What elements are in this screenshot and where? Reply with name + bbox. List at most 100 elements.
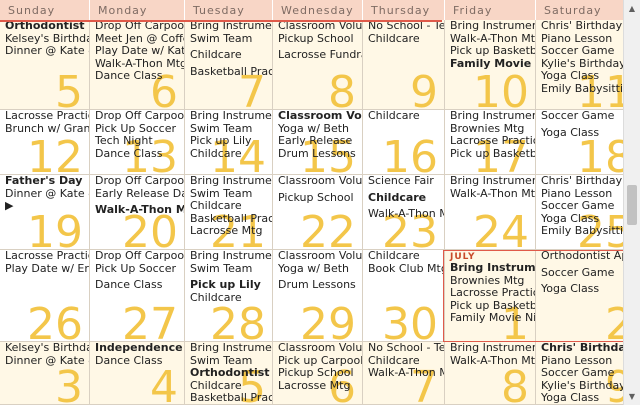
event-item[interactable]: Drop Off Carpool: [90, 250, 184, 263]
event-item[interactable]: Lacrosse Mtg: [185, 225, 272, 238]
event-item[interactable]: Dinner @ Kate & Bill's: [0, 188, 89, 201]
event-item[interactable]: Drum Lessons: [273, 148, 362, 161]
event-item[interactable]: Childcare: [185, 380, 272, 393]
day-cell[interactable]: 6Classroom VolunteerPick up CarpoolPicku…: [273, 342, 363, 405]
event-item[interactable]: Pickup School: [273, 192, 362, 205]
event-item[interactable]: Basketball Practice: [185, 392, 272, 404]
day-cell[interactable]: 19 Father's DayDinner @ Kate & Bill's▶: [0, 175, 90, 250]
day-cell[interactable]: 14Bring InstrumentsSwim TeamPick up Lily…: [185, 110, 273, 175]
event-item[interactable]: Pick up Lily: [185, 135, 272, 148]
event-item[interactable]: Walk-A-Thon Mtg: [445, 188, 535, 201]
event-item[interactable]: Father's Day: [0, 175, 89, 188]
event-item[interactable]: Brownies Mtg: [445, 275, 535, 288]
event-item[interactable]: Childcare: [185, 200, 272, 213]
event-item[interactable]: Bring Instruments: [445, 342, 535, 355]
event-item[interactable]: Early Release Day: [90, 188, 184, 201]
event-item[interactable]: Walk-A-Thon Mtg: [445, 355, 535, 368]
event-item[interactable]: Pick Up Soccer: [90, 263, 184, 276]
event-item[interactable]: Meet Jen @ Coffee: [90, 33, 184, 46]
event-item[interactable]: Bring Instruments: [445, 262, 535, 275]
event-item[interactable]: Independence Day: [90, 342, 184, 355]
day-cell[interactable]: 23Science FairChildcareWalk-A-Thon Mtg: [363, 175, 445, 250]
event-item[interactable]: Drop Off Carpool: [90, 175, 184, 188]
event-item[interactable]: Dance Class: [90, 70, 184, 83]
day-cell[interactable]: 4 Independence DayDance Class: [90, 342, 185, 405]
event-item[interactable]: Brownies Mtg: [445, 123, 535, 136]
event-item[interactable]: Walk-A-Thon Mtg: [363, 367, 444, 380]
event-item[interactable]: Childcare: [363, 250, 444, 263]
event-item[interactable]: Classroom Volunteer: [273, 250, 362, 263]
event-item[interactable]: Pick up Basketball: [445, 148, 535, 161]
event-item[interactable]: Tech Night: [90, 135, 184, 148]
event-item[interactable]: Pick up Lily: [185, 279, 272, 292]
scroll-thumb[interactable]: [627, 185, 637, 225]
event-item[interactable]: Kelsey's Birthday: [0, 33, 89, 46]
event-item[interactable]: Dinner @ Kate & Bill's: [0, 45, 89, 58]
event-item[interactable]: Lacrosse Practice: [0, 110, 89, 123]
day-cell[interactable]: 27 Drop Off Carpool Pick Up Soccer Dance Cl…: [90, 250, 185, 342]
event-item[interactable]: Science Fair: [363, 175, 444, 188]
event-item[interactable]: Bring Instruments: [185, 250, 272, 263]
event-item[interactable]: Lacrosse Practice: [0, 250, 89, 263]
event-item[interactable]: Swim Team: [185, 263, 272, 276]
event-item[interactable]: Pickup School: [273, 33, 362, 46]
day-cell[interactable]: 29 Classroom VolunteerYoga w/ Beth Drum Le…: [273, 250, 363, 342]
day-cell[interactable]: 7Bring InstrumentsSwim TeamChildcareBask…: [185, 20, 273, 110]
event-item[interactable]: Lacrosse Practice: [445, 135, 535, 148]
event-item[interactable]: Childcare: [185, 292, 272, 305]
event-item[interactable]: Lacrosse Mtg: [273, 380, 362, 393]
event-item[interactable]: Family Movie Night: [445, 312, 535, 325]
event-item[interactable]: Swim Team: [185, 188, 272, 201]
event-item[interactable]: Swim Team: [185, 355, 272, 368]
event-item[interactable]: Dance Class: [90, 355, 184, 368]
event-item[interactable]: Childcare: [363, 192, 444, 205]
event-item[interactable]: Play Date w/ Eric: [0, 263, 89, 276]
day-cell[interactable]: 7No School - TeacherChildcareWalk-A-Thon…: [363, 342, 445, 405]
event-item[interactable]: Kelsey's Birthday: [0, 342, 89, 355]
day-cell[interactable]: 15Classroom VolunteerYoga w/ BethEarly R…: [273, 110, 363, 175]
day-cell[interactable]: 8Classroom VolunteerPickup SchoolLacross…: [273, 20, 363, 110]
event-item[interactable]: Drum Lessons: [273, 279, 362, 292]
day-cell[interactable]: 13 Drop Off Carpool Pick Up Soccer Tech Nig…: [90, 110, 185, 175]
event-item[interactable]: Pickup School: [273, 367, 362, 380]
event-item[interactable]: Bring Instruments: [185, 342, 272, 355]
event-item[interactable]: Pick Up Soccer: [90, 123, 184, 136]
event-item[interactable]: Yoga w/ Beth: [273, 123, 362, 136]
event-item[interactable]: Dance Class: [90, 279, 184, 292]
event-item[interactable]: Drop Off Carpool: [90, 110, 184, 123]
scroll-down-icon[interactable]: ▼: [624, 388, 640, 405]
day-cell[interactable]: 8 Bring InstrumentsWalk-A-Thon Mtg: [445, 342, 536, 405]
day-cell[interactable]: 28 Bring InstrumentsSwim Team Pick up Lily…: [185, 250, 273, 342]
event-item[interactable]: Brunch w/ Grandma: [0, 123, 89, 136]
day-cell[interactable]: 6Drop Off CarpoolMeet Jen @ CoffeePlay D…: [90, 20, 185, 110]
event-item[interactable]: Classroom Volunteer: [273, 110, 362, 123]
day-cell[interactable]: 9No School - TeacherChildcare: [363, 20, 445, 110]
day-cell[interactable]: 16 Childcare: [363, 110, 445, 175]
event-item[interactable]: Lacrosse Practice: [445, 287, 535, 300]
day-cell[interactable]: 12 Lacrosse PracticeBrunch w/ Grandma: [0, 110, 90, 175]
event-item[interactable]: No School - Teacher: [363, 342, 444, 355]
event-item[interactable]: Basketball Practice: [185, 213, 272, 226]
event-item[interactable]: Childcare: [363, 110, 444, 123]
event-item[interactable]: Early Release: [273, 135, 362, 148]
event-item[interactable]: Swim Team: [185, 33, 272, 46]
scroll-up-icon[interactable]: ▲: [624, 0, 640, 17]
event-item[interactable]: Walk-A-Thon Mtg: [90, 58, 184, 71]
event-item[interactable]: Childcare: [185, 148, 272, 161]
day-cell[interactable]: 17Bring InstrumentsBrownies MtgLacrosse …: [445, 110, 536, 175]
event-item[interactable]: Childcare: [363, 355, 444, 368]
event-item[interactable]: Bring Instruments: [445, 20, 535, 33]
event-item[interactable]: Pick up Carpool: [273, 355, 362, 368]
event-item[interactable]: Book Club Mtg: [363, 263, 444, 276]
event-item[interactable]: Dinner @ Kate & Bill's: [0, 355, 89, 368]
event-item[interactable]: Play Date w/ Katie: [90, 45, 184, 58]
day-cell[interactable]: 5Bring InstrumentsSwim TeamOrthodontistC…: [185, 342, 273, 405]
day-cell[interactable]: 21Bring InstrumentsSwim TeamChildcareBas…: [185, 175, 273, 250]
event-item[interactable]: Childcare: [363, 33, 444, 46]
event-item[interactable]: Lacrosse Fundraiser: [273, 49, 362, 62]
event-item[interactable]: Walk-A-Thon Mtg: [90, 204, 184, 217]
day-cell[interactable]: 10 Bring InstrumentsWalk-A-Thon MtgPick u…: [445, 20, 536, 110]
event-item[interactable]: Bring Instruments: [445, 110, 535, 123]
day-cell[interactable]: 20 Drop Off CarpoolEarly Release Day Walk-…: [90, 175, 185, 250]
event-item[interactable]: Orthodontist: [185, 367, 272, 380]
